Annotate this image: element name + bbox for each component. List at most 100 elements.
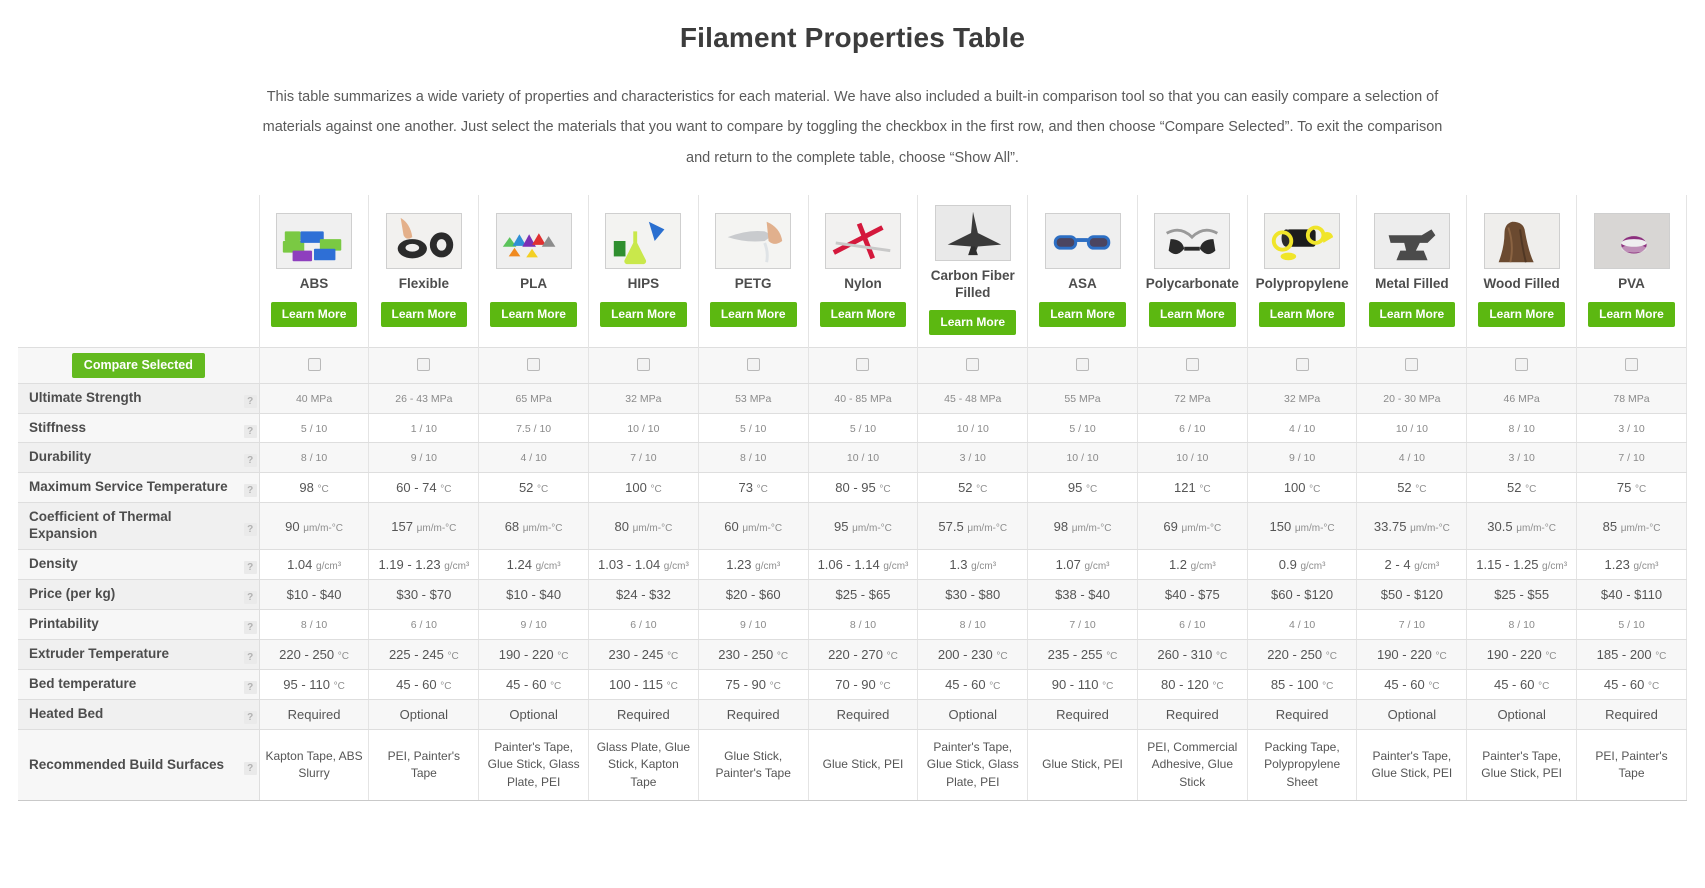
compare-checkbox[interactable] bbox=[1185, 357, 1199, 371]
compare-checkbox[interactable] bbox=[856, 357, 870, 371]
learn-more-button[interactable]: Learn More bbox=[380, 302, 468, 327]
help-icon[interactable]: ? bbox=[243, 761, 257, 775]
cell-text: 100 bbox=[1283, 480, 1306, 496]
cell-text: Glue Stick, PEI bbox=[1042, 757, 1123, 772]
compare-checkbox[interactable] bbox=[527, 357, 541, 371]
compare-checkbox-cell[interactable] bbox=[368, 346, 480, 384]
learn-more-button[interactable]: Learn More bbox=[270, 302, 358, 327]
help-icon[interactable]: ? bbox=[243, 710, 257, 724]
cell-text: 90 bbox=[285, 518, 300, 534]
row-density: Density? 1.04 g/cm³ 1.19 - 1.23 g/cm³ 1.24 … bbox=[18, 549, 1687, 581]
cell-density-metal-filled: 2 - 4 g/cm³ bbox=[1356, 549, 1468, 581]
material-name: Nylon bbox=[844, 276, 882, 291]
compare-checkbox-cell[interactable] bbox=[588, 346, 699, 384]
help-icon[interactable]: ? bbox=[243, 561, 257, 575]
compare-checkbox[interactable] bbox=[1405, 357, 1419, 371]
learn-more-button[interactable]: Learn More bbox=[1478, 302, 1565, 327]
cell-recommended-build-surfaces-polypropylene: Packing Tape, Polypropylene Sheet bbox=[1246, 728, 1358, 802]
material-name: Polycarbonate bbox=[1145, 276, 1239, 291]
compare-checkbox[interactable] bbox=[417, 357, 431, 371]
compare-checkbox-cell[interactable] bbox=[1246, 346, 1358, 384]
help-icon[interactable]: ? bbox=[243, 454, 257, 468]
compare-checkbox[interactable] bbox=[746, 357, 760, 371]
cell-ultimate-strength-wood-filled: 46 MPa bbox=[1466, 382, 1578, 414]
rating-value: 10 / 10 bbox=[846, 452, 880, 465]
pla-benchy-image bbox=[495, 213, 572, 269]
learn-more-button[interactable]: Learn More bbox=[490, 302, 577, 327]
rating-value: 8 / 10 bbox=[959, 619, 986, 631]
compare-checkbox-cell[interactable] bbox=[478, 346, 590, 384]
compare-checkbox-cell[interactable] bbox=[258, 346, 370, 384]
cell-maximum-service-temperature-metal-filled: 52 °C bbox=[1356, 472, 1468, 504]
help-icon[interactable]: ? bbox=[243, 591, 257, 605]
learn-more-button[interactable]: Learn More bbox=[819, 302, 907, 327]
cell-text: 98 bbox=[1053, 518, 1069, 534]
header-spacer bbox=[18, 195, 260, 348]
cell-text: 190 - 220 bbox=[1376, 646, 1432, 662]
compare-checkbox-cell[interactable] bbox=[1466, 346, 1578, 384]
compare-checkbox-cell[interactable] bbox=[1136, 346, 1248, 384]
compare-checkbox-cell[interactable] bbox=[697, 346, 809, 384]
cell-unit: g/cm³ bbox=[316, 561, 342, 573]
property-label: Printability bbox=[18, 609, 235, 640]
cell-recommended-build-surfaces-pla: Painter's Tape, Glue Stick, Glass Plate,… bbox=[478, 728, 590, 802]
help-icon[interactable]: ? bbox=[243, 424, 257, 438]
compare-checkbox[interactable] bbox=[1515, 357, 1529, 371]
cell-text: 100 - 115 bbox=[608, 676, 663, 692]
cell-bed-temperature-polypropylene: 85 - 100 °C bbox=[1246, 668, 1358, 700]
help-icon[interactable]: ? bbox=[243, 621, 257, 634]
cell-text: 1.15 - 1.25 bbox=[1476, 557, 1539, 573]
compare-selected-button[interactable]: Compare Selected bbox=[71, 352, 205, 378]
compare-checkbox-cell[interactable] bbox=[1576, 346, 1687, 384]
learn-more-button[interactable]: Learn More bbox=[1258, 302, 1346, 327]
material-header-carbon-fiber-filled: Carbon Fiber Filled Learn More bbox=[917, 195, 1029, 348]
cell-text: Painter's Tape, Glue Stick, Glass Plate,… bbox=[926, 739, 1019, 789]
compare-checkbox-cell[interactable] bbox=[917, 346, 1029, 384]
compare-checkbox[interactable] bbox=[1295, 357, 1309, 371]
learn-more-button[interactable]: Learn More bbox=[1588, 302, 1675, 327]
help-cell: ? bbox=[234, 549, 260, 581]
filament-properties-table: ABS Learn More Flexible Learn More PLA Learn … bbox=[18, 195, 1687, 802]
help-icon[interactable]: ? bbox=[243, 522, 257, 536]
cell-text: 95 - 110 bbox=[283, 676, 330, 692]
rating-value: 40 - 85 MPa bbox=[834, 392, 892, 405]
cell-stiffness-polypropylene: 4 / 10 bbox=[1246, 412, 1358, 444]
material-name: PVA bbox=[1618, 276, 1645, 291]
compare-checkbox-cell[interactable] bbox=[1356, 346, 1468, 384]
row-price-per-kg: Price (per kg)? $10 - $40 $30 - $70 $10 - $… bbox=[18, 579, 1687, 611]
learn-more-button[interactable]: Learn More bbox=[1039, 302, 1126, 327]
cell-bed-temperature-pva: 45 - 60 °C bbox=[1576, 668, 1687, 700]
learn-more-button[interactable]: Learn More bbox=[600, 302, 687, 327]
row-recommended-build-surfaces: Recommended Build Surfaces? Kapton Tape, … bbox=[18, 728, 1687, 802]
rating-value: 5 / 10 bbox=[300, 422, 328, 435]
help-icon[interactable]: ? bbox=[243, 394, 257, 408]
cell-unit: °C bbox=[557, 650, 569, 662]
cell-heated-bed-pva: Required bbox=[1576, 698, 1687, 730]
learn-more-button[interactable]: Learn More bbox=[1368, 302, 1456, 327]
cell-unit: °C bbox=[769, 680, 781, 692]
compare-checkbox[interactable] bbox=[1076, 357, 1090, 371]
compare-checkbox-cell[interactable] bbox=[807, 346, 919, 384]
help-cell: ? bbox=[234, 412, 260, 444]
cell-durability-pla: 4 / 10 bbox=[478, 442, 590, 474]
cell-text: $10 - $40 bbox=[506, 587, 562, 603]
cell-extruder-temperature-polycarbonate: 260 - 310 °C bbox=[1136, 638, 1248, 670]
learn-more-button[interactable]: Learn More bbox=[929, 309, 1017, 335]
learn-more-button[interactable]: Learn More bbox=[709, 302, 797, 327]
cell-bed-temperature-nylon: 70 - 90 °C bbox=[807, 668, 919, 700]
cell-text: Optional bbox=[509, 706, 558, 722]
cell-extruder-temperature-hips: 230 - 245 °C bbox=[588, 638, 699, 670]
cell-text: PEI, Painter's Tape bbox=[1595, 748, 1668, 781]
cell-unit: g/cm³ bbox=[1542, 561, 1568, 573]
help-icon[interactable]: ? bbox=[243, 680, 257, 694]
compare-checkbox[interactable] bbox=[636, 357, 650, 371]
compare-checkbox[interactable] bbox=[307, 357, 321, 371]
compare-checkbox[interactable] bbox=[966, 357, 980, 371]
cell-unit: °C bbox=[1309, 484, 1321, 496]
learn-more-button[interactable]: Learn More bbox=[1148, 302, 1236, 327]
help-icon[interactable]: ? bbox=[243, 650, 257, 664]
compare-checkbox[interactable] bbox=[1625, 357, 1639, 371]
cell-text: 220 - 250 bbox=[279, 646, 335, 662]
compare-checkbox-cell[interactable] bbox=[1027, 346, 1138, 384]
help-icon[interactable]: ? bbox=[243, 484, 257, 498]
